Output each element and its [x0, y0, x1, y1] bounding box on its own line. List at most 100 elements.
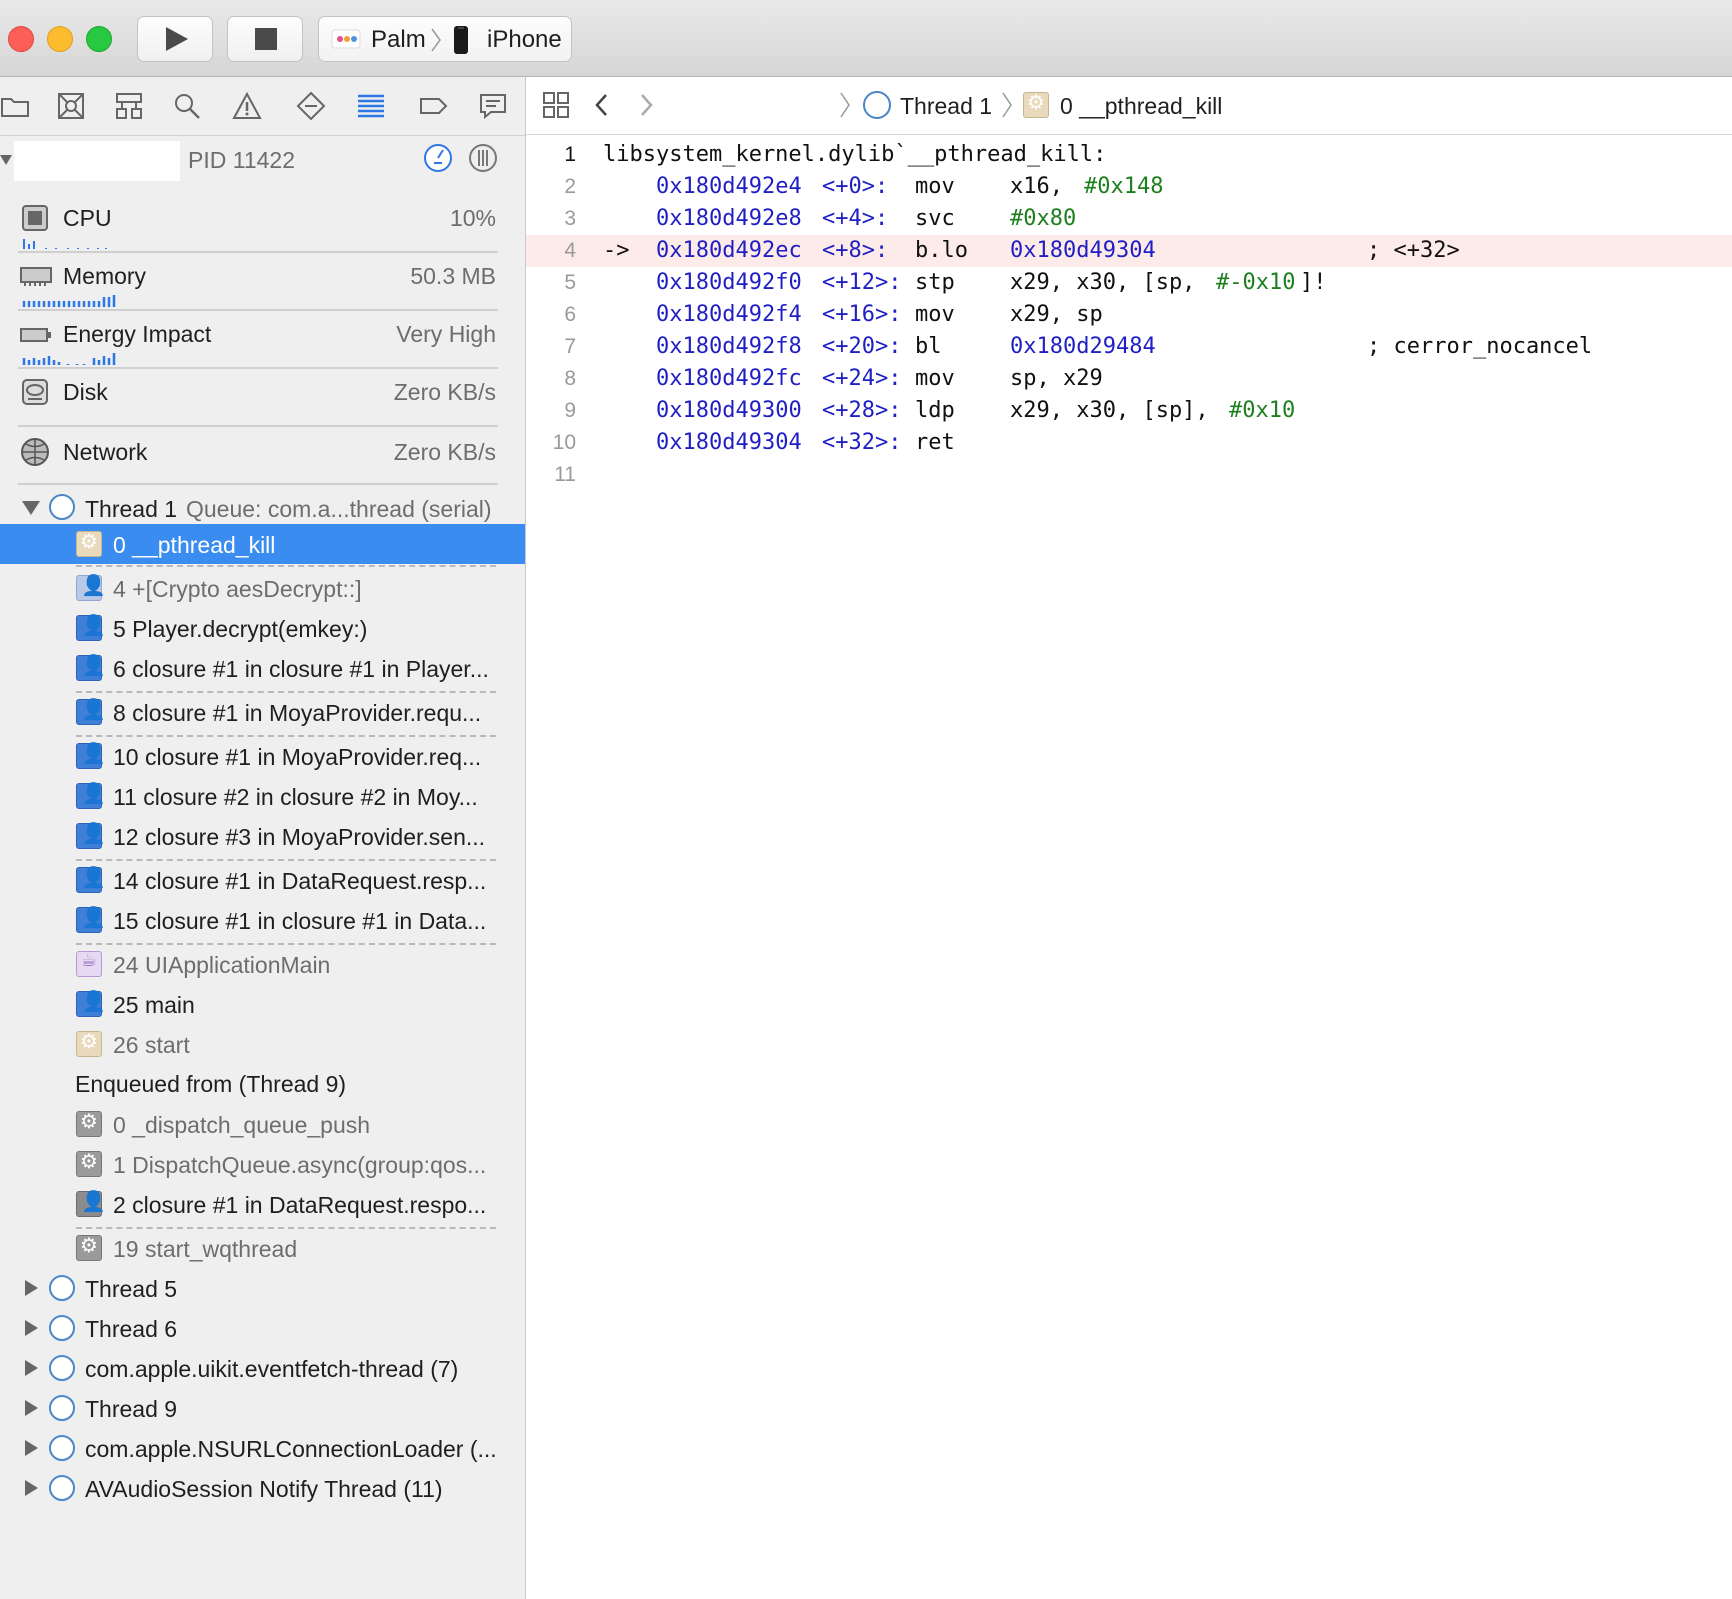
immediate: #0x148	[1084, 174, 1164, 199]
disclosure-triangle-collapsed[interactable]	[25, 1400, 38, 1416]
stack-frame[interactable]: 👤 14 closure #1 in DataRequest.resp...	[0, 861, 525, 899]
play-icon	[166, 27, 188, 51]
disclosure-triangle-collapsed[interactable]	[25, 1440, 38, 1456]
disclosure-triangle-collapsed[interactable]	[25, 1320, 38, 1336]
immediate: #-0x10	[1216, 270, 1296, 295]
app-scheme-icon	[331, 29, 361, 49]
warning-icon[interactable]	[232, 91, 262, 121]
thread-row[interactable]: AVAudioSession Notify Thread (11)	[0, 1469, 525, 1507]
thread-icon	[49, 1475, 75, 1501]
jumpbar-frame[interactable]: 0 __pthread_kill	[1060, 93, 1222, 120]
gauge-memory[interactable]: Memory 50.3 MB	[0, 257, 525, 307]
thread-icon	[49, 1395, 75, 1421]
stack-frame[interactable]: 👤 25 main	[0, 985, 525, 1023]
stack-frame[interactable]: ⚙ 26 start	[0, 1025, 525, 1063]
mnemonic: ret	[915, 430, 955, 455]
thread-row[interactable]: Thread 5	[0, 1269, 525, 1307]
debug-navigator-icon[interactable]	[356, 91, 386, 121]
disk-icon	[22, 379, 48, 405]
disclosure-triangle-expanded[interactable]	[22, 501, 40, 515]
gauge-value: 10%	[449, 205, 496, 231]
thread-row[interactable]: com.apple.NSURLConnectionLoader (...	[0, 1429, 525, 1467]
gauge-network[interactable]: Network Zero KB/s	[0, 431, 525, 481]
related-items-grid-icon[interactable]	[542, 91, 570, 119]
folder-icon[interactable]	[0, 91, 30, 121]
system-gear-icon: ⚙	[76, 1111, 102, 1137]
report-icon[interactable]	[478, 91, 508, 121]
disclosure-triangle-collapsed[interactable]	[25, 1360, 38, 1376]
redacted-process-name	[14, 141, 180, 181]
stack-frame[interactable]: 👤 6 closure #1 in closure #1 in Player..…	[0, 649, 525, 687]
line-number: 6	[564, 303, 576, 326]
stack-frame[interactable]: ⚙ 1 DispatchQueue.async(group:qos...	[0, 1145, 525, 1183]
stack-frame[interactable]: ☕ 24 UIApplicationMain	[0, 945, 525, 983]
disclosure-triangle-collapsed[interactable]	[25, 1480, 38, 1496]
stop-button[interactable]	[227, 16, 303, 62]
frame-label: 2 closure #1 in DataRequest.respo...	[113, 1192, 487, 1218]
system-gear-icon: ⚙	[76, 1235, 102, 1261]
stack-frame[interactable]: ⚙ 0 _dispatch_queue_push	[0, 1105, 525, 1143]
memory-sparkline	[22, 295, 116, 307]
offset: <+0>:	[822, 174, 889, 199]
test-diamond-icon[interactable]	[296, 91, 326, 121]
run-button[interactable]	[137, 16, 213, 62]
comment: ; cerror_nocancel	[1367, 334, 1593, 359]
gauge-energy[interactable]: Energy Impact Very High	[0, 315, 525, 365]
scheme-selector[interactable]: Palm iPhone	[318, 16, 572, 62]
gauge-icon[interactable]	[423, 143, 453, 173]
stack-frame-selected[interactable]: ⚙ 0 __pthread_kill	[0, 524, 525, 564]
back-chevron-icon[interactable]	[592, 91, 612, 119]
thread-1-row[interactable]: Thread 1 Queue: com.a...thread (serial)	[0, 487, 525, 527]
gauge-cpu[interactable]: CPU 10%	[0, 199, 525, 249]
disclosure-triangle-collapsed[interactable]	[25, 1280, 38, 1296]
stack-frame[interactable]: 👤 12 closure #3 in MoyaProvider.sen...	[0, 817, 525, 855]
symbol-header: libsystem_kernel.dylib`__pthread_kill:	[603, 142, 1107, 167]
framework-cup-icon: ☕	[76, 950, 102, 977]
thread-name: Thread 5	[85, 1276, 178, 1302]
operands: x29, sp	[1010, 302, 1103, 327]
forward-chevron-icon[interactable]	[636, 91, 656, 119]
line-number: 11	[554, 463, 576, 486]
search-icon[interactable]	[172, 91, 202, 121]
branch-target: 0x180d29484	[1010, 334, 1156, 359]
thread-icon	[49, 1315, 75, 1341]
symbol-hierarchy-icon[interactable]	[114, 91, 144, 121]
breakpoint-icon[interactable]	[418, 91, 448, 121]
gauge-value: Zero KB/s	[393, 439, 496, 465]
line-number: 5	[564, 271, 576, 294]
stack-frame[interactable]: 👤 4 +[Crypto aesDecrypt::]	[0, 569, 525, 607]
stack-frame[interactable]: ⚙ 19 start_wqthread	[0, 1229, 525, 1267]
user-code-icon: 👤	[76, 699, 106, 725]
minimize-window-button[interactable]	[47, 26, 73, 52]
jumpbar-thread[interactable]: Thread 1	[900, 93, 992, 120]
thread-row[interactable]: Thread 6	[0, 1309, 525, 1347]
code-line: 8 0x180d492fc <+24>: mov sp, x29	[526, 363, 1732, 395]
mnemonic: bl	[915, 334, 942, 359]
source-control-icon[interactable]	[56, 91, 86, 121]
divider	[18, 309, 498, 311]
disassembly-editor: Thread 1 ⚙ 0 __pthread_kill 1 libsystem_…	[526, 77, 1732, 1599]
gauge-disk[interactable]: Disk Zero KB/s	[0, 373, 525, 423]
zoom-window-button[interactable]	[86, 26, 112, 52]
frame-label: 5 Player.decrypt(emkey:)	[113, 616, 368, 642]
stack-frame[interactable]: 👤 10 closure #1 in MoyaProvider.req...	[0, 737, 525, 775]
stack-frame[interactable]: 👤 2 closure #1 in DataRequest.respo...	[0, 1185, 525, 1223]
system-gear-icon: ⚙	[76, 1031, 102, 1057]
current-instruction-line: 4 -> 0x180d492ec <+8>: b.lo 0x180d49304 …	[526, 235, 1732, 267]
thread-row[interactable]: com.apple.uikit.eventfetch-thread (7)	[0, 1349, 525, 1387]
stack-frame[interactable]: 👤 15 closure #1 in closure #1 in Data...	[0, 901, 525, 939]
address: 0x180d492ec	[656, 238, 802, 263]
disclosure-triangle-expanded[interactable]	[0, 155, 12, 165]
code-line: 7 0x180d492f8 <+20>: bl 0x180d29484 ; ce…	[526, 331, 1732, 363]
stack-frame[interactable]: 👤 5 Player.decrypt(emkey:)	[0, 609, 525, 647]
process-row[interactable]: PID 11422	[0, 135, 525, 183]
scheme-name: Palm	[371, 26, 426, 53]
line-number: 7	[564, 335, 576, 358]
thread-filter-icon[interactable]	[468, 143, 498, 173]
stack-frame[interactable]: 👤 8 closure #1 in MoyaProvider.requ...	[0, 693, 525, 731]
user-code-icon: 👤	[76, 1191, 106, 1217]
thread-name: com.apple.uikit.eventfetch-thread (7)	[85, 1356, 459, 1382]
thread-row[interactable]: Thread 9	[0, 1389, 525, 1427]
stack-frame[interactable]: 👤 11 closure #2 in closure #2 in Moy...	[0, 777, 525, 815]
close-window-button[interactable]	[8, 26, 34, 52]
